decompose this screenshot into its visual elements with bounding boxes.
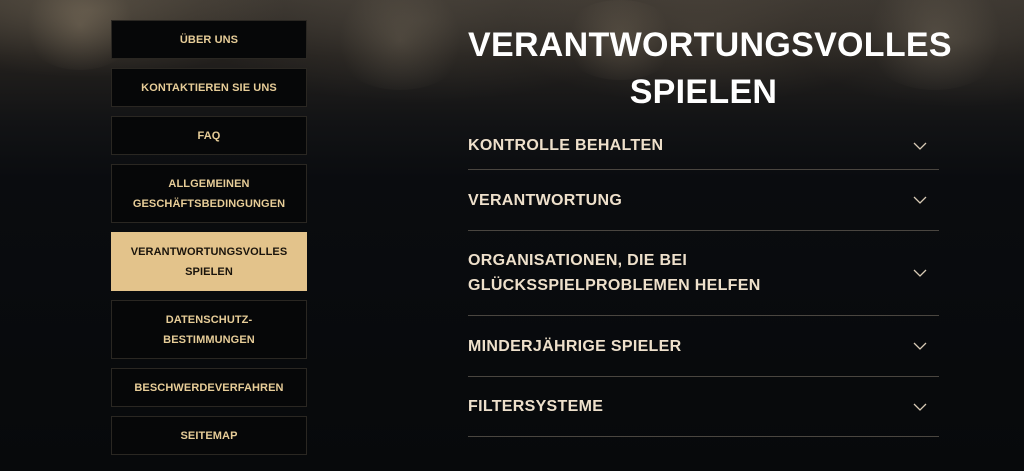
- sidebar-item-agb[interactable]: ALLGEMEINEN GESCHÄFTSBEDINGUNGEN: [111, 164, 307, 223]
- background-bokeh: [330, 0, 470, 90]
- sidebar-item-label: ÜBER UNS: [179, 33, 239, 46]
- chevron-down-icon[interactable]: [913, 266, 927, 280]
- sidebar-item-kontakt[interactable]: KONTAKTIEREN SIE UNS: [111, 68, 307, 107]
- sidebar-item-label: ALLGEMEINEN GESCHÄFTSBEDINGUNGEN: [132, 177, 286, 210]
- chevron-down-icon[interactable]: [913, 339, 927, 353]
- accordion-verantwortung[interactable]: VERANTWORTUNG: [468, 170, 939, 231]
- sidebar-item-label: BESCHWERDEVERFAHREN: [134, 381, 284, 394]
- accordion-kontrolle-behalten[interactable]: KONTROLLE BEHALTEN: [468, 122, 939, 170]
- sidebar-item-label: VERANTWORTUNGSVOLLES SPIELEN: [130, 245, 288, 278]
- sidebar-nav: ÜBER UNS KONTAKTIEREN SIE UNS FAQ ALLGEM…: [111, 20, 307, 455]
- sidebar-item-label: DATENSCHUTZ-BESTIMMUNGEN: [163, 313, 255, 346]
- chevron-down-icon[interactable]: [913, 400, 927, 414]
- sidebar-item-label: KONTAKTIEREN SIE UNS: [141, 81, 277, 94]
- accordion-title: FILTERSYSTEME: [468, 398, 604, 415]
- page-title: VERANTWORTUNGSVOLLES SPIELEN: [468, 26, 952, 111]
- accordion-filtersysteme[interactable]: FILTERSYSTEME: [468, 377, 939, 437]
- sidebar-item-datenschutz[interactable]: DATENSCHUTZ-BESTIMMUNGEN: [111, 300, 307, 359]
- accordion-minderjaehrige-spieler[interactable]: MINDERJÄHRIGE SPIELER: [468, 316, 939, 377]
- sidebar-item-label: FAQ: [197, 129, 221, 142]
- sidebar-item-seitemap[interactable]: SEITEMAP: [111, 416, 307, 455]
- chevron-down-icon[interactable]: [913, 139, 927, 153]
- accordion-title: MINDERJÄHRIGE SPIELER: [468, 337, 682, 355]
- sidebar-item-verantwortungsvolles-spielen[interactable]: VERANTWORTUNGSVOLLES SPIELEN: [111, 232, 307, 291]
- sidebar-item-faq[interactable]: FAQ: [111, 116, 307, 155]
- chevron-down-icon[interactable]: [913, 193, 927, 207]
- accordion-title: VERANTWORTUNG: [468, 191, 623, 209]
- accordion-organisationen[interactable]: ORGANISATIONEN, DIE BEI GLÜCKSSPIELPROBL…: [468, 231, 939, 316]
- accordion-title: KONTROLLE BEHALTEN: [468, 137, 664, 154]
- sidebar-item-ueber-uns[interactable]: ÜBER UNS: [111, 20, 307, 59]
- accordion-title: ORGANISATIONEN, DIE BEI GLÜCKSSPIELPROBL…: [468, 252, 761, 294]
- sidebar-item-label: SEITEMAP: [180, 429, 238, 442]
- sidebar-item-beschwerdeverfahren[interactable]: BESCHWERDEVERFAHREN: [111, 368, 307, 407]
- page: ÜBER UNS KONTAKTIEREN SIE UNS FAQ ALLGEM…: [0, 0, 1024, 471]
